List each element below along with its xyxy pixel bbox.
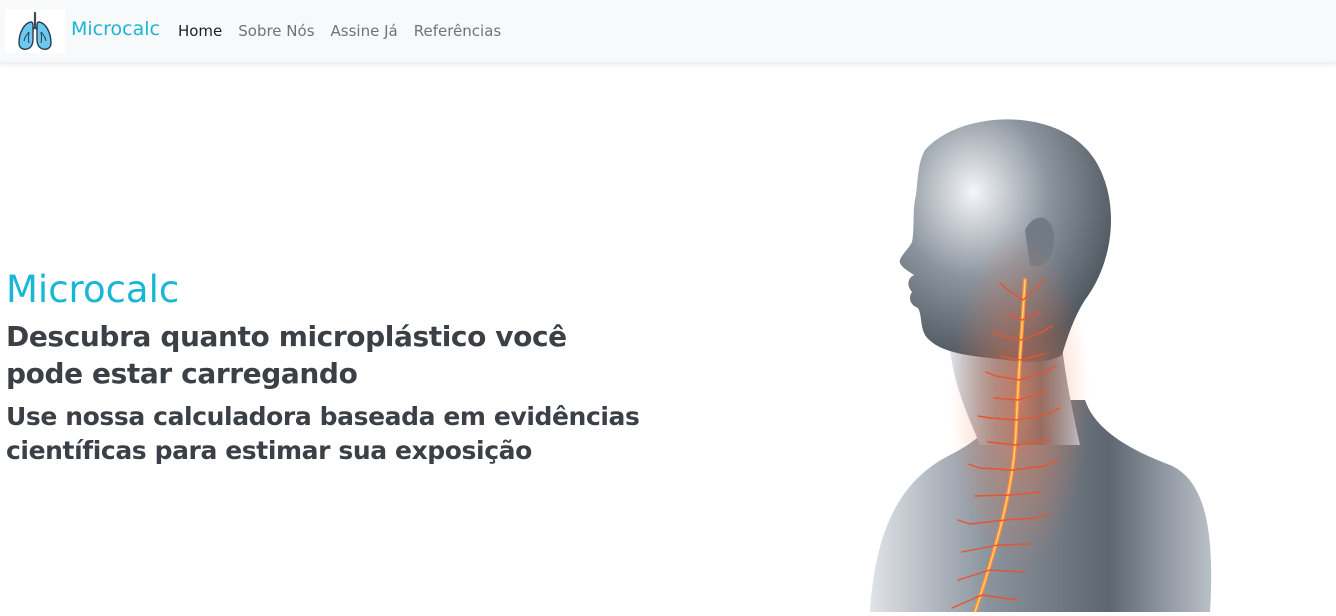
hero-section: Microcalc Descubra quanto microplástico … — [6, 266, 646, 468]
hero-title: Microcalc — [6, 268, 180, 311]
hero-subtitle: Descubra quanto microplástico você pode … — [6, 320, 567, 390]
human-respiratory-illustration — [830, 100, 1250, 614]
nav-link-home[interactable]: Home — [178, 22, 222, 40]
nav-link-sobre-nos[interactable]: Sobre Nós — [238, 22, 314, 40]
hero-description: Use nossa calculadora baseada em evidênc… — [6, 402, 640, 465]
nav-links: Home Sobre Nós Assine Já Referências — [178, 22, 517, 40]
navbar: Microcalc Home Sobre Nós Assine Já Refer… — [0, 0, 1336, 63]
nav-link-referencias[interactable]: Referências — [414, 22, 501, 40]
lungs-icon — [5, 9, 65, 53]
nav-link-assine-ja[interactable]: Assine Já — [331, 22, 398, 40]
brand-link[interactable]: Microcalc — [5, 9, 160, 53]
brand-name: Microcalc — [71, 18, 160, 40]
